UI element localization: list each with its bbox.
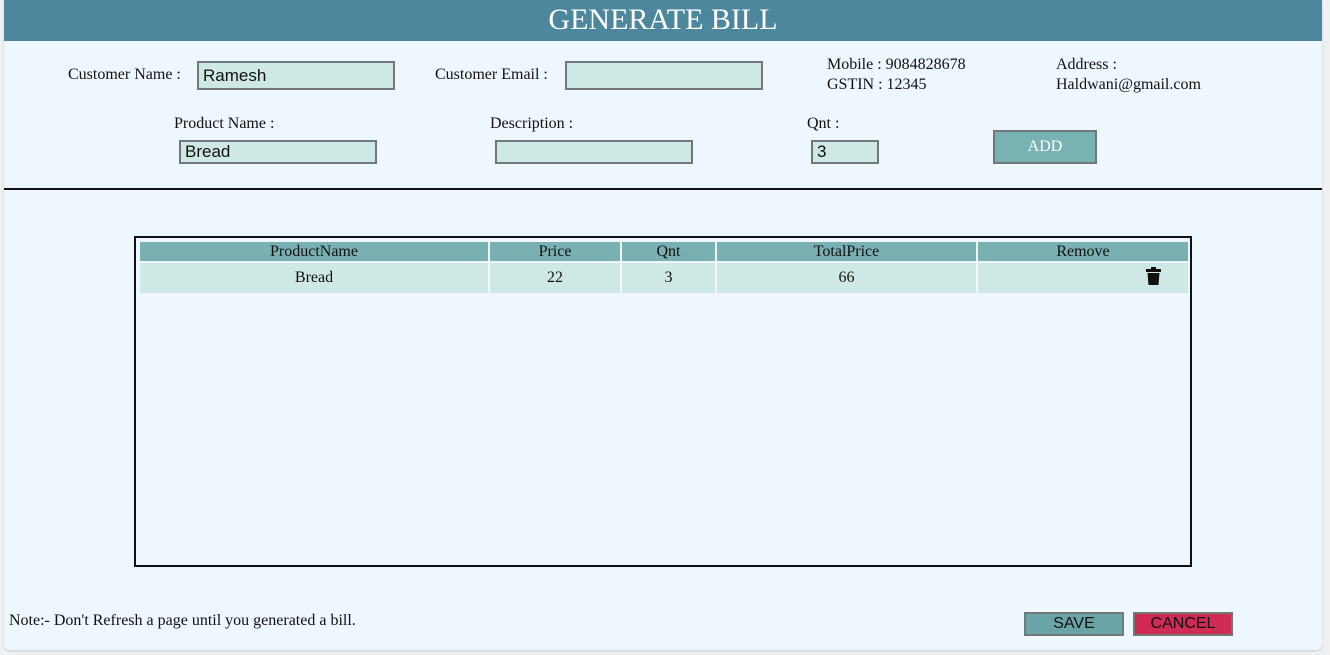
customer-email-label: Customer Email : xyxy=(435,66,548,83)
bill-card: GENERATE BILL Customer Name : Customer E… xyxy=(4,0,1322,650)
page-title: GENERATE BILL xyxy=(4,0,1322,41)
product-name-input[interactable] xyxy=(179,140,377,164)
customer-name-label: Customer Name : xyxy=(68,66,181,83)
column-header-price: Price xyxy=(490,242,620,261)
cell-total: 66 xyxy=(717,263,976,293)
customer-name-input[interactable] xyxy=(197,61,395,90)
product-name-label: Product Name : xyxy=(174,115,275,132)
divider xyxy=(4,188,1322,190)
cell-price: 22 xyxy=(490,263,620,293)
shop-gstin: GSTIN : 12345 xyxy=(827,76,927,93)
trash-icon[interactable] xyxy=(1145,266,1161,290)
cancel-button[interactable]: CANCEL xyxy=(1133,612,1233,636)
shop-address-value: Haldwani@gmail.com xyxy=(1056,76,1201,93)
shop-address-label: Address : xyxy=(1056,56,1117,73)
cell-qnt: 3 xyxy=(622,263,715,293)
save-button[interactable]: SAVE xyxy=(1024,612,1124,636)
customer-email-input[interactable] xyxy=(565,61,763,90)
column-header-qnt: Qnt xyxy=(622,242,715,261)
description-label: Description : xyxy=(490,115,574,132)
description-input[interactable] xyxy=(495,140,693,164)
cell-remove xyxy=(978,263,1188,293)
note-text: Note:- Don't Refresh a page until you ge… xyxy=(9,612,356,629)
qnt-label: Qnt : xyxy=(807,115,840,132)
bill-table-container: ProductName Price Qnt TotalPrice Remove … xyxy=(134,236,1192,567)
column-header-productname: ProductName xyxy=(140,242,488,261)
qnt-input[interactable] xyxy=(811,140,879,164)
column-header-totalprice: TotalPrice xyxy=(717,242,976,261)
table-row: Bread 22 3 66 xyxy=(140,263,1188,293)
bill-table: ProductName Price Qnt TotalPrice Remove … xyxy=(138,240,1190,295)
shop-mobile: Mobile : 9084828678 xyxy=(827,56,966,73)
column-header-remove: Remove xyxy=(978,242,1188,261)
add-button[interactable]: ADD xyxy=(993,130,1097,164)
table-header-row: ProductName Price Qnt TotalPrice Remove xyxy=(140,242,1188,261)
cell-product: Bread xyxy=(140,263,488,293)
